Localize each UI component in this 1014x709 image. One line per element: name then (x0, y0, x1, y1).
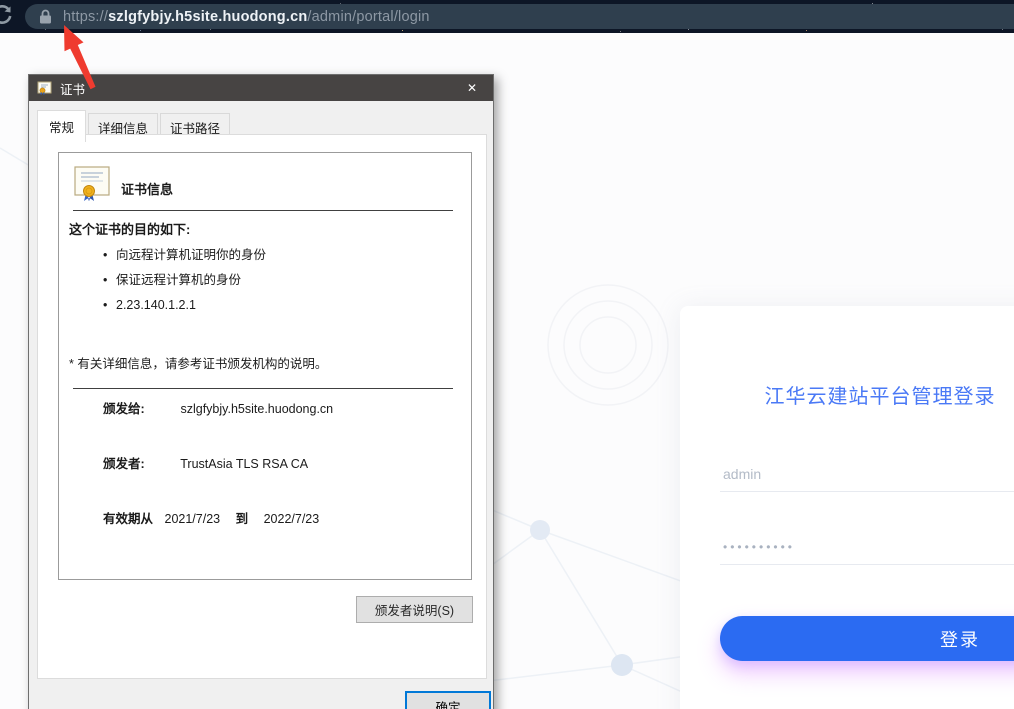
purpose-item: 2.23.140.1.2.1 (103, 293, 266, 318)
certificate-icon (73, 166, 113, 202)
username-field-wrapper (720, 456, 1014, 492)
close-icon[interactable]: ✕ (451, 75, 493, 101)
screen: 江华云建站平台管理登录 登录 证书 ✕ 常规 详细信息 证书路径 (0, 0, 1014, 709)
issued-to-row: 颁发给: szlgfybjy.h5site.huodong.cn (103, 398, 333, 417)
tab-page-general: 证书信息 这个证书的目的如下: 向远程计算机证明你的身份 保证远程计算机的身份 … (37, 134, 487, 679)
purpose-list: 向远程计算机证明你的身份 保证远程计算机的身份 2.23.140.1.2.1 (103, 243, 266, 318)
valid-to-date: 2022/7/23 (264, 512, 320, 526)
issued-to-label: 颁发给: (103, 398, 177, 417)
issuer-reference-note: * 有关详细信息，请参考证书颁发机构的说明。 (69, 353, 327, 372)
login-panel: 江华云建站平台管理登录 登录 (680, 306, 1014, 709)
password-field-wrapper (720, 529, 1014, 565)
issued-by-row: 颁发者: TrustAsia TLS RSA CA (103, 453, 308, 472)
username-input[interactable] (720, 456, 1014, 492)
purpose-heading: 这个证书的目的如下: (69, 219, 190, 238)
certificate-info-box: 证书信息 这个证书的目的如下: 向远程计算机证明你的身份 保证远程计算机的身份 … (58, 152, 472, 580)
divider (73, 210, 453, 211)
valid-from-date: 2021/7/23 (165, 512, 221, 526)
valid-to-label: 到 (236, 512, 249, 526)
red-annotation-arrow (0, 0, 130, 120)
purpose-item: 向远程计算机证明你的身份 (103, 243, 266, 268)
url-field[interactable]: https://szlgfybjy.h5site.huodong.cn/admi… (25, 4, 1014, 29)
certificate-dialog: 证书 ✕ 常规 详细信息 证书路径 证书信息 (28, 74, 494, 709)
login-button[interactable]: 登录 (720, 616, 1014, 661)
issued-by-value: TrustAsia TLS RSA CA (180, 457, 308, 471)
password-input[interactable] (720, 529, 1014, 565)
login-title: 江华云建站平台管理登录 (680, 380, 1014, 409)
ok-button[interactable]: 确定 (405, 691, 491, 709)
validity-label: 有效期从 (103, 512, 153, 526)
validity-row: 有效期从 2021/7/23 到 2022/7/23 (103, 508, 319, 527)
purpose-item: 保证远程计算机的身份 (103, 268, 266, 293)
divider (73, 388, 453, 389)
issuer-statement-button[interactable]: 颁发者说明(S) (356, 596, 473, 623)
certificate-info-title: 证书信息 (121, 179, 173, 198)
url-path: /admin/portal/login (307, 9, 429, 25)
issued-by-label: 颁发者: (103, 453, 177, 472)
url-domain: szlgfybjy.h5site.huodong.cn (108, 9, 307, 25)
browser-address-bar: https://szlgfybjy.h5site.huodong.cn/admi… (0, 0, 1014, 33)
issued-to-value: szlgfybjy.h5site.huodong.cn (180, 402, 333, 416)
